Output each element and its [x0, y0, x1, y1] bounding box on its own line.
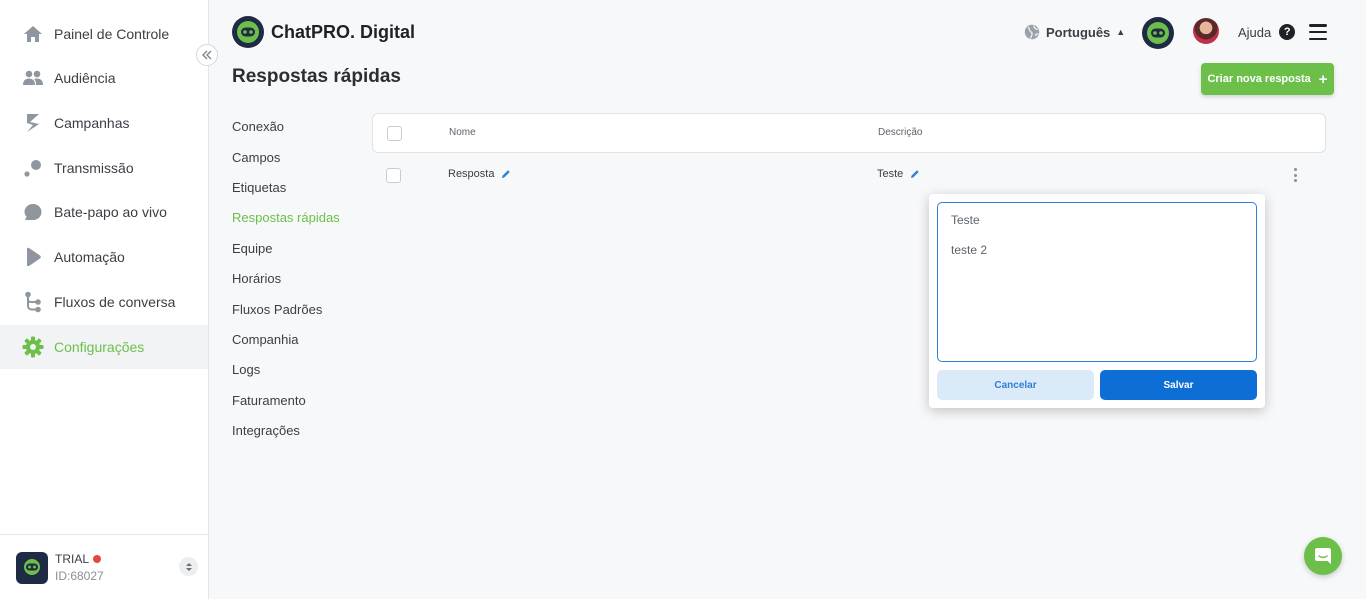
sidebar-item-label: Configurações: [54, 339, 145, 355]
automation-icon: [22, 246, 44, 268]
unfold-icon: [185, 562, 192, 571]
status-dot: [93, 555, 102, 563]
edit-name-pencil-icon[interactable]: [501, 169, 511, 179]
settings-item-horarios[interactable]: Horários: [232, 271, 281, 286]
sidebar-collapse-button[interactable]: [196, 44, 218, 66]
chat-bubble-icon: [22, 201, 44, 223]
account-id: ID:68027: [55, 569, 104, 583]
account-logo: [16, 552, 48, 584]
account-switcher[interactable]: TRIAL ID:68027: [0, 534, 208, 599]
sidebar-item-audiencia[interactable]: Audiência: [0, 56, 208, 100]
sidebar-item-label: Transmissão: [54, 160, 134, 176]
table-header: Nome Descrição: [372, 113, 1326, 153]
account-plan: TRIAL: [55, 552, 102, 566]
campaign-icon: [22, 112, 44, 134]
language-selector[interactable]: Português ▲: [1024, 24, 1125, 40]
row-actions-kebab-icon[interactable]: [1294, 168, 1298, 182]
sidebar-item-campanhas[interactable]: Campanhas: [0, 101, 208, 145]
sidebar-item-label: Bate-papo ao vivo: [54, 204, 167, 220]
sidebar-item-label: Audiência: [54, 70, 116, 86]
brand-logo-icon: [232, 16, 264, 48]
settings-item-campos[interactable]: Campos: [232, 150, 280, 165]
create-quick-reply-button[interactable]: Criar nova resposta +: [1201, 63, 1334, 95]
edit-description-pencil-icon[interactable]: [910, 169, 920, 179]
save-button[interactable]: Salvar: [1100, 370, 1257, 400]
cancel-button[interactable]: Cancelar: [937, 370, 1094, 400]
settings-item-companhia[interactable]: Companhia: [232, 332, 299, 347]
sidebar-item-configuracoes[interactable]: Configurações: [0, 325, 208, 369]
settings-item-equipe[interactable]: Equipe: [232, 241, 272, 256]
users-icon: [22, 67, 44, 89]
sidebar-item-label: Fluxos de conversa: [54, 294, 176, 310]
user-avatar[interactable]: [1193, 18, 1219, 44]
bot-avatar[interactable]: [1142, 17, 1174, 49]
chevrons-left-icon: [202, 50, 212, 60]
sidebar-item-label: Campanhas: [54, 115, 130, 131]
chat-icon: [1315, 548, 1331, 564]
sidebar-item-bate-papo-ao-vivo[interactable]: Bate-papo ao vivo: [0, 190, 208, 234]
table-row-name: Resposta: [448, 168, 511, 180]
select-all-checkbox[interactable]: [387, 126, 402, 141]
settings-item-conexao[interactable]: Conexão: [232, 119, 284, 134]
help-button[interactable]: Ajuda ?: [1238, 24, 1296, 40]
caret-up-icon: ▲: [1116, 27, 1126, 37]
settings-item-fluxos-padroes[interactable]: Fluxos Padrões: [232, 302, 322, 317]
language-label: Português: [1046, 24, 1111, 40]
brand-name: ChatPRO. Digital: [271, 21, 416, 42]
account-switch-button[interactable]: [179, 557, 198, 576]
support-chat-button[interactable]: [1304, 537, 1342, 575]
bot-icon: [1147, 22, 1169, 44]
sidebar-item-painel-de-controle[interactable]: Painel de Controle: [0, 12, 208, 56]
sidebar-item-label: Painel de Controle: [54, 26, 170, 42]
row-checkbox[interactable]: [386, 168, 401, 183]
flow-icon: [22, 291, 44, 313]
settings-item-respostas-rapidas[interactable]: Respostas rápidas: [232, 210, 340, 225]
question-icon: ?: [1279, 24, 1296, 40]
sidebar: Painel de Controle Audiência Campanhas T…: [0, 0, 209, 599]
column-header-name[interactable]: Nome: [449, 127, 476, 138]
broadcast-icon: [22, 157, 44, 179]
help-label: Ajuda: [1238, 24, 1272, 40]
gear-icon: [22, 336, 44, 358]
settings-item-logs[interactable]: Logs: [232, 362, 260, 377]
plus-icon: +: [1318, 70, 1328, 88]
page-title: Respostas rápidas: [232, 66, 401, 87]
textarea-line: Teste: [951, 213, 980, 227]
table-row-description: Teste: [877, 168, 920, 180]
sidebar-item-automacao[interactable]: Automação: [0, 235, 208, 279]
settings-item-etiquetas[interactable]: Etiquetas: [232, 180, 286, 195]
sidebar-item-label: Automação: [54, 249, 125, 265]
textarea-line: teste 2: [951, 243, 988, 257]
home-icon: [22, 23, 44, 45]
description-textarea[interactable]: Teste teste 2: [937, 202, 1257, 362]
menu-icon[interactable]: [1309, 24, 1327, 40]
sidebar-item-fluxos-de-conversa[interactable]: Fluxos de conversa: [0, 280, 208, 324]
sidebar-item-transmissao[interactable]: Transmissão: [0, 146, 208, 190]
column-header-description[interactable]: Descrição: [878, 127, 922, 138]
brand[interactable]: ChatPRO. Digital: [232, 16, 415, 48]
globe-icon: [1024, 24, 1040, 40]
settings-item-faturamento[interactable]: Faturamento: [232, 393, 306, 408]
description-edit-popover: Teste teste 2 Cancelar Salvar: [929, 194, 1265, 408]
settings-item-integracoes[interactable]: Integrações: [232, 423, 300, 438]
